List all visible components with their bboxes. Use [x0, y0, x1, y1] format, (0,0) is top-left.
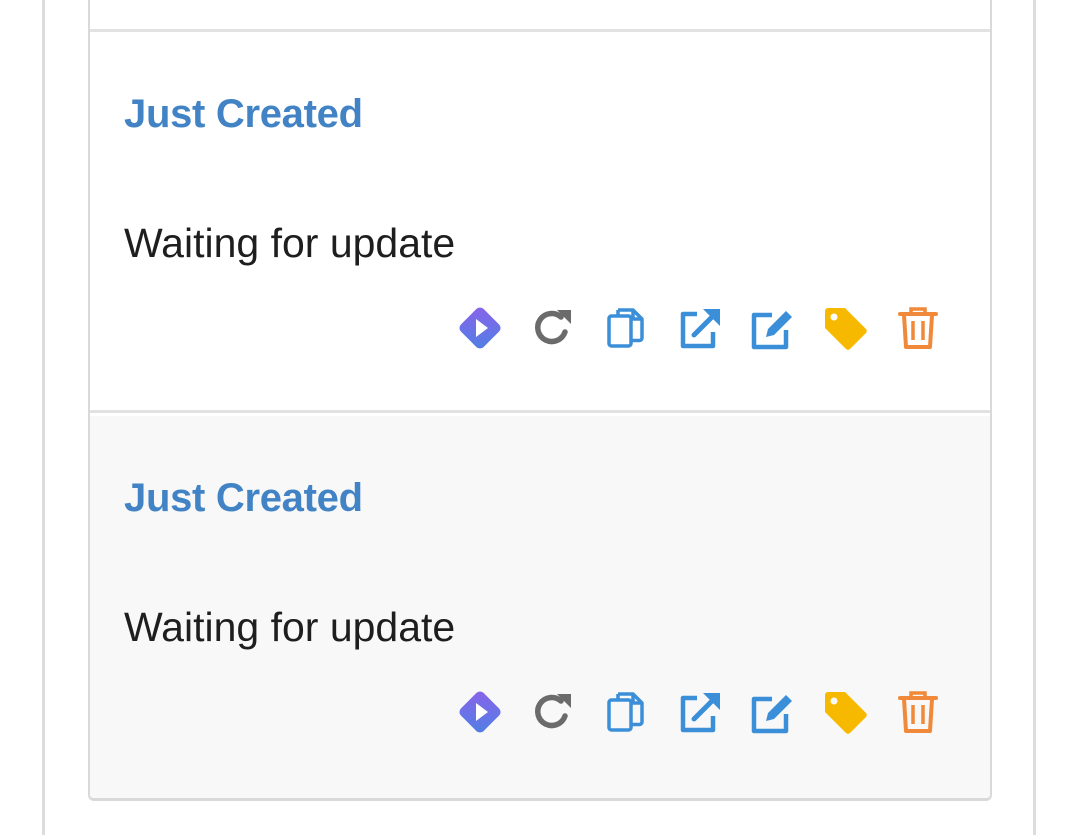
tag-icon: [825, 692, 867, 734]
copy-icon: [607, 308, 644, 348]
list-item: Just Created Waiting for update: [90, 32, 990, 413]
tag-icon: [825, 308, 867, 350]
copy-button[interactable]: [600, 686, 652, 738]
trash-icon: [898, 691, 938, 733]
run-button[interactable]: [454, 686, 506, 738]
edit-button[interactable]: [746, 686, 798, 738]
edit-icon: [751, 695, 792, 734]
item-status-text: Waiting for update: [124, 604, 456, 650]
copy-button[interactable]: [600, 302, 652, 354]
external-link-icon: [680, 693, 720, 733]
item-status-text: Waiting for update: [124, 220, 456, 266]
rerun-button[interactable]: [527, 302, 579, 354]
external-link-icon: [680, 309, 720, 349]
items-list-panel: Just Created Waiting for update Just Cre…: [88, 0, 992, 801]
play-diamond-icon: [459, 307, 501, 349]
run-button[interactable]: [454, 302, 506, 354]
item-title-link[interactable]: Just Created: [124, 476, 363, 521]
redo-icon: [535, 310, 571, 345]
redo-icon: [535, 694, 571, 729]
open-external-button[interactable]: [673, 302, 725, 354]
delete-button[interactable]: [892, 302, 944, 354]
open-external-button[interactable]: [673, 686, 725, 738]
item-actions: [454, 300, 944, 356]
play-diamond-icon: [459, 691, 501, 733]
list-item: Just Created Waiting for update: [90, 416, 990, 798]
previous-item-bottom: [90, 0, 990, 32]
rerun-button[interactable]: [527, 686, 579, 738]
edit-button[interactable]: [746, 302, 798, 354]
item-actions: [454, 684, 944, 740]
item-title-link[interactable]: Just Created: [124, 92, 363, 137]
copy-icon: [607, 692, 644, 732]
delete-button[interactable]: [892, 686, 944, 738]
trash-icon: [898, 307, 938, 349]
tag-button[interactable]: [819, 686, 871, 738]
tag-button[interactable]: [819, 302, 871, 354]
edit-icon: [751, 311, 792, 350]
